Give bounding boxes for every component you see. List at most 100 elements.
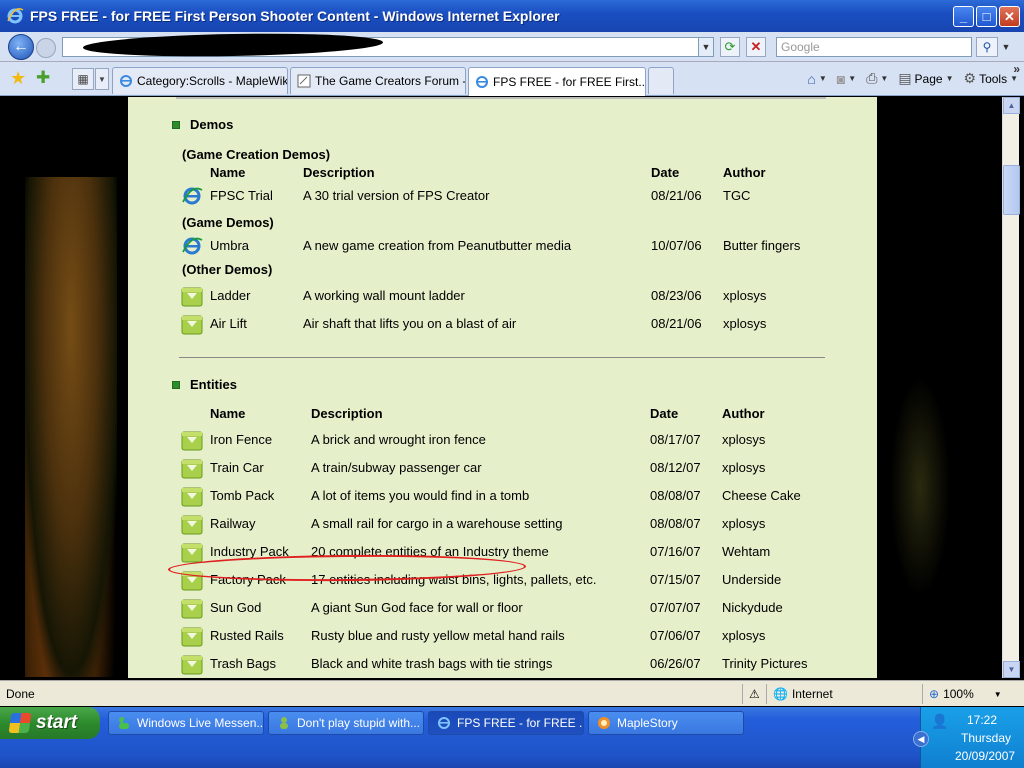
download-icon — [181, 459, 203, 479]
table-row[interactable]: Air Lift Air shaft that lifts you on a b… — [128, 313, 877, 337]
print-button[interactable]: ⎙ ▼ — [866, 70, 888, 87]
feeds-button[interactable]: ◙ ▼ — [837, 71, 856, 87]
section-divider — [179, 357, 825, 358]
item-name-link[interactable]: Umbra — [210, 238, 249, 253]
item-name-link[interactable]: Tomb Pack — [210, 488, 274, 503]
item-name-link[interactable]: FPSC Trial — [210, 188, 273, 203]
system-tray: 👤 ◀ 17:22 Thursday 20/09/2007 — [913, 707, 1024, 768]
download-icon — [181, 431, 203, 451]
tray-expand-icon[interactable]: ◀ — [913, 731, 929, 747]
col-name: Name — [210, 165, 246, 180]
forward-button[interactable] — [36, 38, 56, 58]
search-input[interactable]: Google — [776, 37, 972, 57]
tab-list-dropdown[interactable]: ▼ — [95, 68, 109, 90]
home-button[interactable]: ⌂ ▼ — [807, 71, 826, 87]
item-description: A lot of items you would find in a tomb — [311, 488, 530, 503]
start-button[interactable]: start — [0, 707, 100, 739]
page-menu[interactable]: ▤ Page ▼ — [898, 70, 953, 87]
page-icon: ▤ — [898, 70, 912, 86]
download-icon — [181, 287, 203, 307]
security-zone[interactable]: 🌐 Internet — [766, 684, 916, 704]
item-author: Trinity Pictures — [722, 656, 808, 671]
item-name-link[interactable]: Railway — [210, 516, 256, 531]
taskbar-item-chat[interactable]: Don't play stupid with... — [268, 711, 424, 735]
clock-time[interactable]: 17:22 — [967, 713, 997, 727]
item-description: A small rail for cargo in a warehouse se… — [311, 516, 563, 531]
vertical-scrollbar[interactable]: ▲ ▼ — [1002, 97, 1020, 678]
item-date: 07/07/07 — [650, 600, 701, 615]
item-description: A 30 trial version of FPS Creator — [303, 188, 490, 203]
url-dropdown-button[interactable]: ▼ — [698, 37, 714, 57]
table-row[interactable]: Tomb Pack A lot of items you would find i… — [128, 485, 877, 509]
table-row[interactable]: Trash Bags Black and white trash bags wit… — [128, 653, 877, 677]
table-row[interactable]: Ladder A working wall mount ladder 08/23… — [128, 285, 877, 309]
table-row[interactable]: Sun God A giant Sun God face for wall or … — [128, 597, 877, 621]
item-description: A working wall mount ladder — [303, 288, 465, 303]
ie-icon — [182, 187, 203, 205]
tab-game-creators-forum[interactable]: The Game Creators Forum - ... — [290, 67, 466, 94]
table-row[interactable]: Umbra A new game creation from Peanutbut… — [128, 235, 877, 259]
refresh-button[interactable]: ⟳ — [720, 37, 740, 57]
item-date: 08/23/06 — [651, 288, 702, 303]
search-options-dropdown[interactable]: ▼ — [999, 37, 1013, 57]
table-row[interactable]: Railway A small rail for cargo in a wareh… — [128, 513, 877, 537]
item-name-link[interactable]: Iron Fence — [210, 432, 272, 447]
scroll-up-button[interactable]: ▲ — [1003, 97, 1020, 114]
download-icon — [181, 543, 203, 563]
table-row[interactable]: Iron Fence A brick and wrought iron fence… — [128, 429, 877, 453]
tab-mapleWiki[interactable]: Category:Scrolls - MapleWiki — [112, 67, 288, 94]
taskbar-item-label: Windows Live Messen... — [137, 716, 264, 730]
table-row[interactable]: Rusted Rails Rusty blue and rusty yellow … — [128, 625, 877, 649]
zoom-control[interactable]: ⊕ 100% ▼ — [922, 684, 1018, 704]
col-name: Name — [210, 406, 246, 421]
messenger-chat-icon — [280, 717, 288, 729]
taskbar-item-messenger[interactable]: Windows Live Messen... — [108, 711, 264, 735]
top-divider — [176, 97, 826, 99]
search-icon[interactable]: ⚲ — [976, 37, 998, 57]
back-button[interactable]: ← — [8, 34, 34, 60]
table-row[interactable]: FPSC Trial A 30 trial version of FPS Cre… — [128, 185, 877, 209]
item-name-link[interactable]: Trash Bags — [210, 656, 276, 671]
item-description: A new game creation from Peanutbutter me… — [303, 238, 572, 253]
gear-icon: ⚙ — [963, 70, 977, 86]
item-date: 07/16/07 — [650, 544, 701, 559]
url-input[interactable] — [62, 31, 714, 59]
scroll-thumb[interactable] — [1003, 165, 1020, 215]
minimize-button[interactable]: _ — [953, 6, 974, 27]
new-tab-button[interactable] — [648, 67, 674, 94]
item-name-link[interactable]: Train Car — [210, 460, 264, 475]
start-label: start — [36, 712, 78, 733]
close-button[interactable]: ✕ — [999, 6, 1020, 27]
item-name-link[interactable]: Ladder — [210, 288, 250, 303]
tools-menu[interactable]: ⚙ Tools ▼ — [964, 70, 1019, 87]
stop-button[interactable]: ✕ — [746, 37, 766, 57]
item-date: 07/15/07 — [650, 572, 701, 587]
download-icon — [181, 627, 203, 647]
add-favorite-icon[interactable]: ✚ — [36, 68, 50, 88]
taskbar-item-ie[interactable]: FPS FREE - for FREE ... — [428, 711, 584, 735]
favorites-star-icon[interactable]: ★ — [10, 68, 26, 89]
quick-tabs-button[interactable]: ▦ — [72, 68, 94, 90]
item-description: Air shaft that lifts you on a blast of a… — [303, 316, 517, 331]
status-bar: Done ⚠ 🌐 Internet ⊕ 100% ▼ — [0, 680, 1024, 706]
scroll-down-button[interactable]: ▼ — [1003, 661, 1020, 678]
tab-fps-free[interactable]: FPS FREE - for FREE First... ✕ — [468, 67, 646, 96]
zoom-level: 100% — [943, 687, 974, 701]
item-name-link[interactable]: Air Lift — [210, 316, 247, 331]
item-name-link[interactable]: Rusted Rails — [210, 628, 284, 643]
zone-label: Internet — [791, 687, 833, 701]
more-commands-chevron-icon[interactable]: » — [1013, 62, 1020, 76]
item-description: A giant Sun God face for wall or floor — [311, 600, 523, 615]
col-description: Description — [303, 165, 375, 180]
item-author: xplosys — [723, 316, 767, 331]
item-date: 08/21/06 — [651, 188, 702, 203]
item-date: 07/06/07 — [650, 628, 701, 643]
item-author: Butter fingers — [723, 238, 801, 253]
item-author: TGC — [723, 188, 751, 203]
item-description: Black and white trash bags with tie stri… — [311, 656, 553, 671]
table-row[interactable]: Train Car A train/subway passenger car 08/… — [128, 457, 877, 481]
item-name-link[interactable]: Sun God — [210, 600, 261, 615]
messenger-status-icon[interactable]: 👤 — [931, 713, 948, 730]
maximize-button[interactable]: □ — [976, 6, 997, 27]
taskbar-item-maplestory[interactable]: MapleStory — [588, 711, 744, 735]
